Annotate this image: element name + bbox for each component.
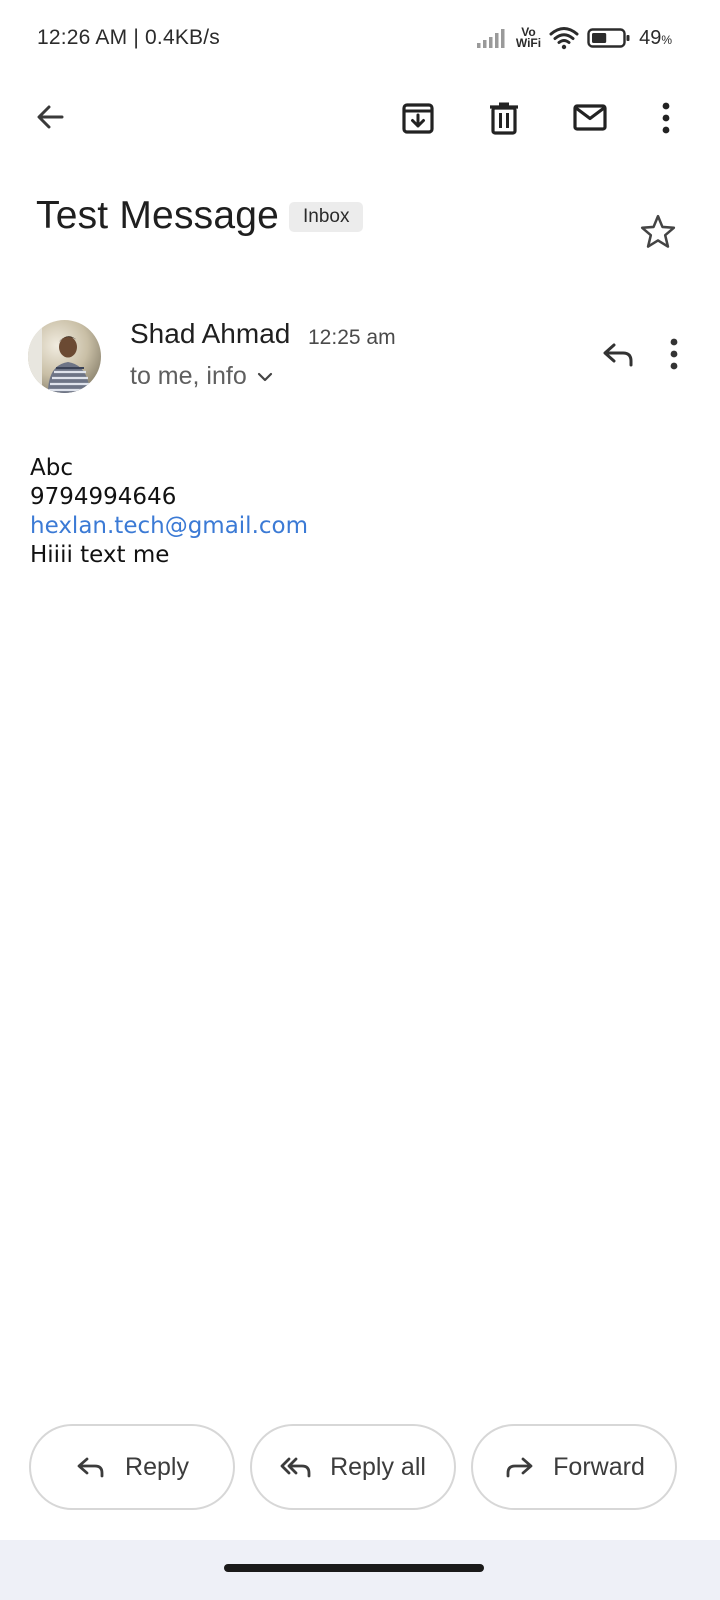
back-button[interactable] (26, 93, 74, 141)
reply-all-label: Reply all (330, 1452, 426, 1481)
back-arrow-icon (37, 105, 64, 129)
forward-label: Forward (553, 1452, 645, 1481)
message-more-button[interactable] (652, 332, 696, 376)
forward-button[interactable]: Forward (471, 1424, 677, 1510)
top-app-bar (0, 90, 720, 146)
home-indicator[interactable] (224, 1564, 484, 1572)
body-line: Hiiii text me (30, 542, 170, 568)
more-options-button[interactable] (642, 94, 690, 142)
status-time-speed: 12:26 AM | 0.4KB/s (37, 26, 220, 49)
reply-label: Reply (125, 1452, 189, 1481)
sender-avatar[interactable] (28, 320, 101, 393)
body-line: Abc (30, 455, 73, 481)
avatar-photo (28, 320, 101, 393)
message-actions: Reply Reply all Forward (29, 1424, 689, 1510)
reply-button[interactable]: Reply (29, 1424, 235, 1510)
delete-icon (490, 102, 518, 135)
gesture-nav-area (0, 1540, 720, 1600)
battery-icon (587, 28, 630, 48)
body-email-link[interactable]: hexlan.tech@gmail.com (30, 512, 690, 541)
inbox-label-chip[interactable]: Inbox (289, 202, 364, 232)
status-bar: 12:26 AM | 0.4KB/s Vo WiFi 49% (0, 0, 720, 78)
reply-all-button[interactable]: Reply all (250, 1424, 456, 1510)
email-subject: Test Message (36, 194, 280, 237)
battery-unit: % (661, 32, 672, 47)
quick-reply-button[interactable] (596, 332, 640, 376)
archive-button[interactable] (394, 94, 442, 142)
more-vert-icon (662, 102, 670, 134)
mark-unread-icon (573, 104, 607, 131)
more-vert-icon (670, 338, 678, 370)
sender-name: Shad Ahmad (130, 318, 291, 349)
battery-percent: 49% (639, 27, 672, 50)
reply-icon (603, 343, 633, 367)
signal-icon (476, 29, 505, 48)
reply-all-icon (280, 1457, 311, 1478)
recipients-toggle[interactable]: to me, info (130, 362, 275, 391)
vowifi-indicator: Vo WiFi (515, 26, 542, 50)
email-time: 12:25 am (308, 326, 396, 349)
sender-row: Shad Ahmad 12:25 am to me, info (28, 318, 696, 394)
delete-button[interactable] (480, 94, 528, 142)
archive-icon (402, 103, 434, 134)
mark-unread-button[interactable] (566, 94, 614, 142)
subject-row: Test Message Inbox (36, 192, 696, 252)
wifi-icon (549, 27, 579, 50)
recipients-text: to me, info (130, 362, 247, 390)
message-body: Abc 9794994646 hexlan.tech@gmail.com Hii… (30, 454, 690, 570)
chevron-down-icon (257, 372, 272, 381)
forward-icon (506, 1457, 533, 1478)
body-phone[interactable]: 9794994646 (30, 483, 690, 512)
reply-icon (77, 1457, 104, 1478)
status-icons: Vo WiFi 49% (476, 22, 672, 54)
star-button[interactable] (636, 210, 680, 254)
vowifi-bottom: WiFi (515, 36, 542, 50)
star-icon (640, 214, 676, 248)
battery-value: 49 (639, 26, 662, 49)
